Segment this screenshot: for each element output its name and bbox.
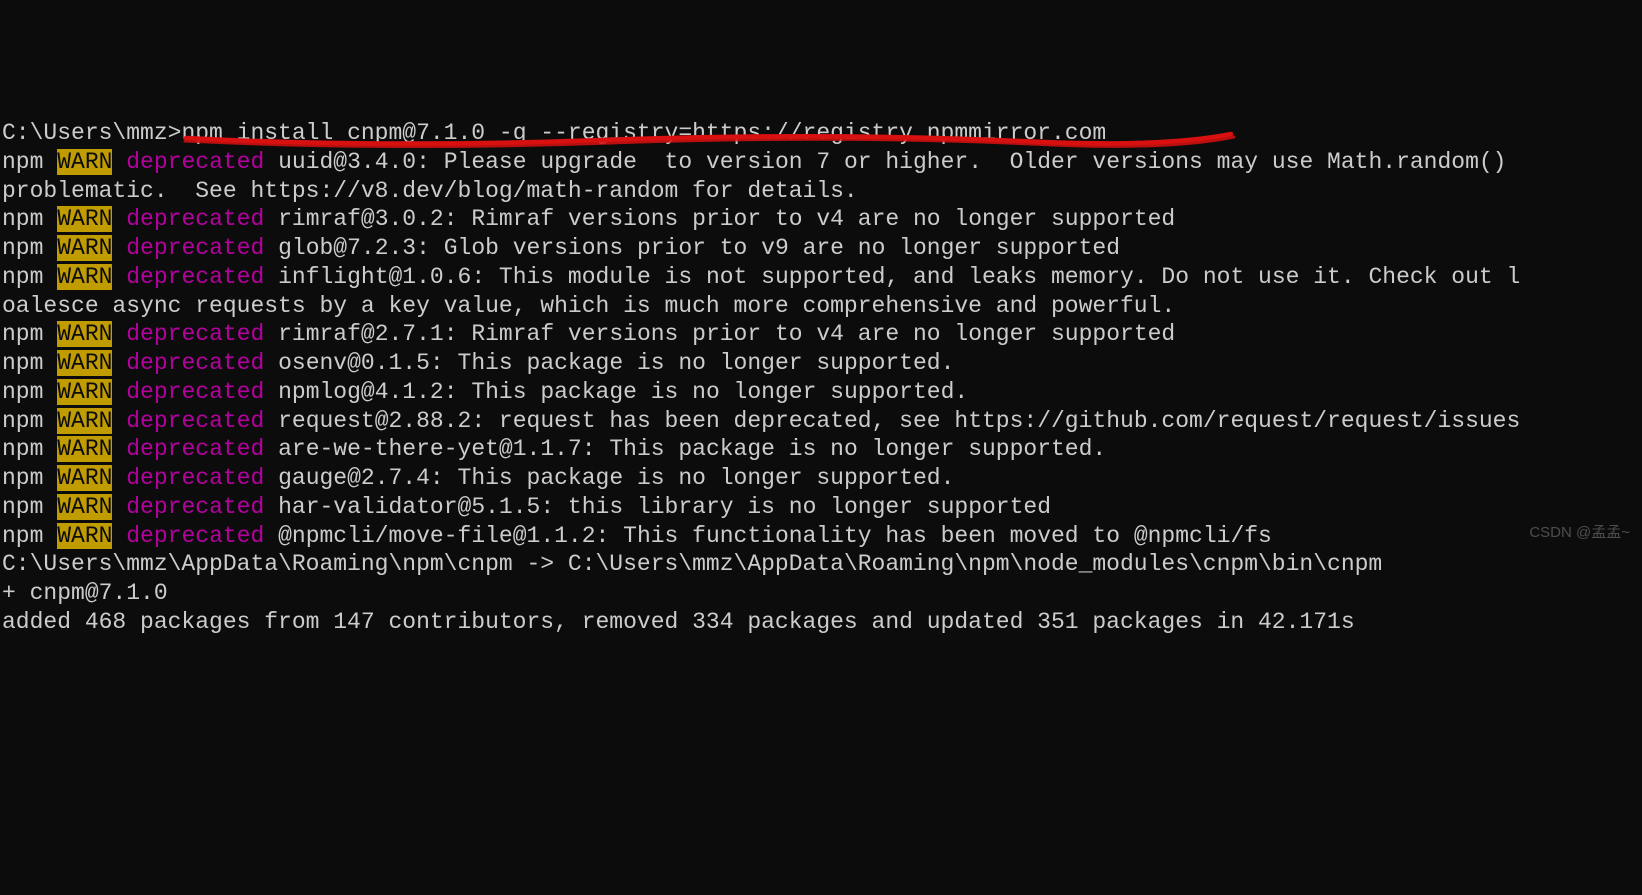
output-message: oalesce async requests by a key value, w…: [2, 293, 1175, 319]
warn-message: request@2.88.2: request has been depreca…: [264, 408, 1520, 434]
npm-label: npm: [2, 206, 57, 232]
npm-label: npm: [2, 379, 57, 405]
deprecated-label: deprecated: [126, 494, 264, 520]
warn-label: WARN: [57, 494, 112, 520]
output-line: oalesce async requests by a key value, w…: [2, 292, 1640, 321]
npm-label: npm: [2, 436, 57, 462]
footer-link: C:\Users\mmz\AppData\Roaming\npm\cnpm ->…: [2, 550, 1640, 579]
output-line: npm WARN deprecated npmlog@4.1.2: This p…: [2, 378, 1640, 407]
warn-label: WARN: [57, 465, 112, 491]
output-line: npm WARN deprecated request@2.88.2: requ…: [2, 407, 1640, 436]
deprecated-label: deprecated: [126, 206, 264, 232]
deprecated-label: deprecated: [126, 436, 264, 462]
output-line: npm WARN deprecated are-we-there-yet@1.1…: [2, 435, 1640, 464]
deprecated-label: deprecated: [126, 350, 264, 376]
output-line: npm WARN deprecated rimraf@3.0.2: Rimraf…: [2, 205, 1640, 234]
deprecated-label: deprecated: [126, 408, 264, 434]
output-line: npm WARN deprecated har-validator@5.1.5:…: [2, 493, 1640, 522]
warn-message: @npmcli/move-file@1.1.2: This functional…: [264, 523, 1272, 549]
warn-label: WARN: [57, 350, 112, 376]
warn-label: WARN: [57, 408, 112, 434]
npm-label: npm: [2, 408, 57, 434]
output-line: problematic. See https://v8.dev/blog/mat…: [2, 177, 1640, 206]
npm-label: npm: [2, 350, 57, 376]
npm-label: npm: [2, 235, 57, 261]
watermark: CSDN @孟孟~: [1529, 524, 1630, 543]
warn-label: WARN: [57, 235, 112, 261]
warn-message: npmlog@4.1.2: This package is no longer …: [264, 379, 968, 405]
warn-label: WARN: [57, 264, 112, 290]
deprecated-label: deprecated: [126, 235, 264, 261]
deprecated-label: deprecated: [126, 321, 264, 347]
warn-message: glob@7.2.3: Glob versions prior to v9 ar…: [264, 235, 1120, 261]
terminal-output: C:\Users\mmz>npm install cnpm@7.1.0 -g -…: [2, 119, 1640, 637]
warn-message: osenv@0.1.5: This package is no longer s…: [264, 350, 954, 376]
warn-label: WARN: [57, 149, 112, 175]
npm-label: npm: [2, 465, 57, 491]
output-line: npm WARN deprecated inflight@1.0.6: This…: [2, 263, 1640, 292]
warn-label: WARN: [57, 321, 112, 347]
warn-label: WARN: [57, 379, 112, 405]
output-line: npm WARN deprecated osenv@0.1.5: This pa…: [2, 349, 1640, 378]
npm-label: npm: [2, 264, 57, 290]
footer-pkg: + cnpm@7.1.0: [2, 579, 1640, 608]
deprecated-label: deprecated: [126, 264, 264, 290]
output-line: npm WARN deprecated glob@7.2.3: Glob ver…: [2, 234, 1640, 263]
deprecated-label: deprecated: [126, 379, 264, 405]
warn-message: rimraf@3.0.2: Rimraf versions prior to v…: [264, 206, 1175, 232]
warn-message: rimraf@2.7.1: Rimraf versions prior to v…: [264, 321, 1175, 347]
output-line: npm WARN deprecated uuid@3.4.0: Please u…: [2, 148, 1640, 177]
deprecated-label: deprecated: [126, 465, 264, 491]
output-line: npm WARN deprecated rimraf@2.7.1: Rimraf…: [2, 320, 1640, 349]
output-line: npm WARN deprecated @npmcli/move-file@1.…: [2, 522, 1640, 551]
warn-message: are-we-there-yet@1.1.7: This package is …: [264, 436, 1106, 462]
deprecated-label: deprecated: [126, 523, 264, 549]
warn-message: uuid@3.4.0: Please upgrade to version 7 …: [264, 149, 1506, 175]
footer-summary: added 468 packages from 147 contributors…: [2, 608, 1640, 637]
warn-label: WARN: [57, 436, 112, 462]
warn-message: inflight@1.0.6: This module is not suppo…: [264, 264, 1520, 290]
npm-label: npm: [2, 149, 57, 175]
warn-message: har-validator@5.1.5: this library is no …: [264, 494, 1051, 520]
output-line: npm WARN deprecated gauge@2.7.4: This pa…: [2, 464, 1640, 493]
output-message: problematic. See https://v8.dev/blog/mat…: [2, 178, 858, 204]
warn-label: WARN: [57, 523, 112, 549]
warn-label: WARN: [57, 206, 112, 232]
command-text: npm install cnpm@7.1.0 -g --registry=htt…: [181, 120, 1106, 146]
npm-label: npm: [2, 321, 57, 347]
command-line[interactable]: C:\Users\mmz>npm install cnpm@7.1.0 -g -…: [2, 119, 1640, 148]
deprecated-label: deprecated: [126, 149, 264, 175]
npm-label: npm: [2, 523, 57, 549]
npm-label: npm: [2, 494, 57, 520]
prompt: C:\Users\mmz>: [2, 120, 181, 146]
warn-message: gauge@2.7.4: This package is no longer s…: [264, 465, 954, 491]
